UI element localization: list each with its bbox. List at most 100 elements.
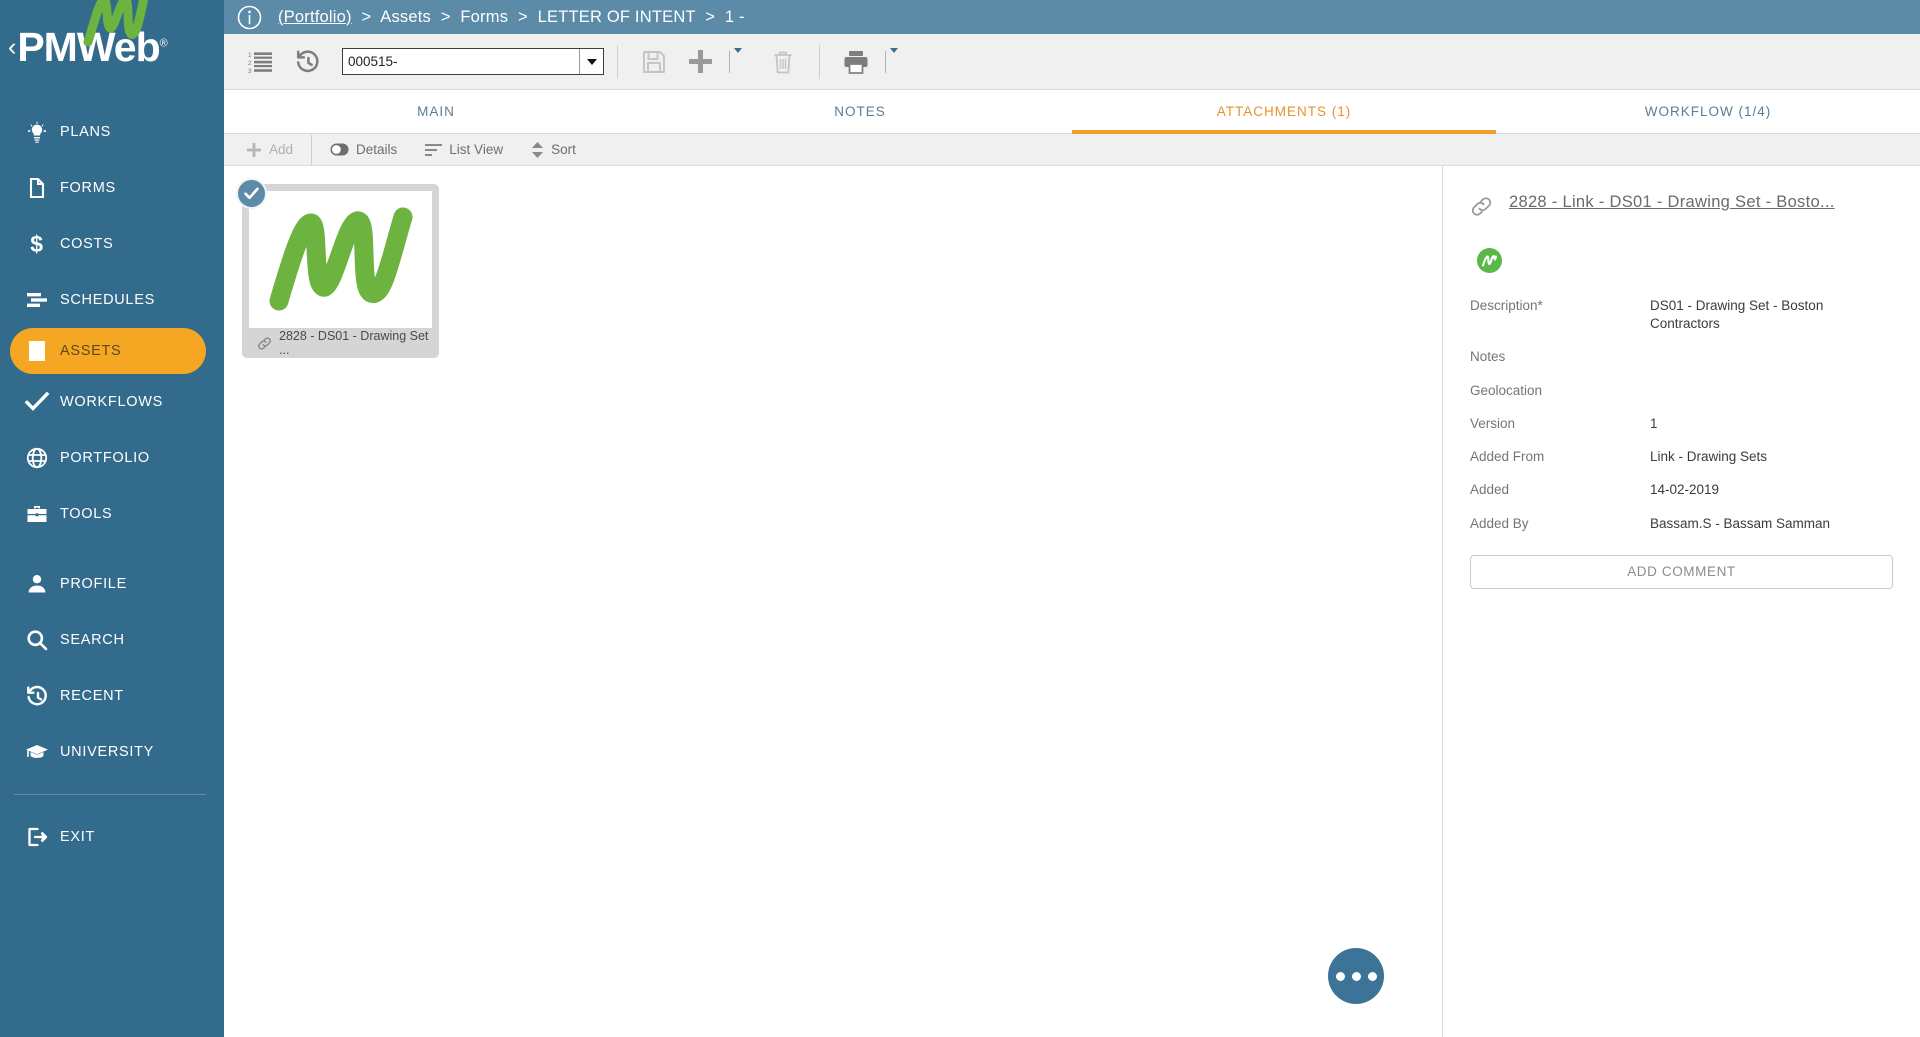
sidebar-item-university[interactable]: UNIVERSITY — [0, 724, 224, 780]
sidebar-item-label: TOOLS — [60, 506, 112, 522]
sidebar-item-recent[interactable]: RECENT — [0, 668, 224, 724]
field-value: DS01 - Drawing Set - Boston Contractors — [1650, 297, 1893, 333]
history-icon[interactable] — [284, 39, 330, 85]
tab-workflow[interactable]: WORKFLOW (1/4) — [1496, 90, 1920, 133]
breadcrumb-item-assets[interactable]: Assets — [380, 8, 431, 26]
chevron-down-icon[interactable] — [579, 49, 603, 74]
save-button[interactable] — [631, 39, 677, 85]
sidebar-item-profile[interactable]: PROFILE — [0, 556, 224, 612]
info-icon[interactable] — [237, 5, 262, 30]
detail-field-geolocation: Geolocation — [1470, 382, 1893, 400]
field-value: Link - Drawing Sets — [1650, 448, 1767, 466]
add-comment-label: ADD COMMENT — [1627, 564, 1736, 579]
graduation-cap-icon — [14, 740, 60, 764]
sidebar-item-search[interactable]: SEARCH — [0, 612, 224, 668]
detail-field-description: Description* DS01 - Drawing Set - Boston… — [1470, 297, 1893, 333]
brand-wordmark: PMWeb® — [17, 27, 166, 68]
sidebar-item-label: FORMS — [60, 180, 116, 196]
attachment-caption: 2828 - DS01 - Drawing Set ... — [249, 328, 432, 358]
tab-notes[interactable]: NOTES — [648, 90, 1072, 133]
list-view-label: List View — [449, 142, 503, 157]
add-dropdown-icon[interactable] — [734, 53, 742, 71]
attachment-gallery: 2828 - DS01 - Drawing Set ... — [224, 166, 1443, 1037]
attachment-card[interactable]: 2828 - DS01 - Drawing Set ... — [242, 184, 439, 358]
selected-check-icon[interactable] — [236, 178, 267, 209]
sidebar-item-costs[interactable]: $ COSTS — [0, 216, 224, 272]
check-icon — [14, 389, 60, 415]
details-toggle-label: Details — [356, 142, 397, 157]
exit-icon — [14, 825, 60, 849]
print-button[interactable] — [833, 39, 898, 85]
detail-field-notes: Notes — [1470, 348, 1893, 366]
sidebar-item-schedules[interactable]: SCHEDULES — [0, 272, 224, 328]
plus-icon — [246, 142, 262, 158]
add-comment-button[interactable]: ADD COMMENT — [1470, 555, 1893, 589]
attachment-caption-text: 2828 - DS01 - Drawing Set ... — [279, 329, 432, 357]
sidebar-item-workflows[interactable]: WORKFLOWS — [0, 374, 224, 430]
sidebar-item-label: WORKFLOWS — [60, 394, 163, 410]
sidebar-item-forms[interactable]: FORMS — [0, 160, 224, 216]
sidebar-item-label: ASSETS — [60, 343, 121, 359]
svg-text:1: 1 — [248, 52, 252, 59]
record-tabs: MAIN NOTES ATTACHMENTS (1) WORKFLOW (1/4… — [224, 90, 1920, 134]
plus-icon[interactable] — [677, 39, 723, 85]
link-icon — [1470, 195, 1493, 218]
top-bar: (Portfolio) > Assets > Forms > LETTER OF… — [224, 0, 1920, 34]
sidebar: ‹ PMWeb® PLANS FORMS $ — [0, 0, 224, 1037]
field-value: Bassam.S - Bassam Samman — [1650, 515, 1830, 533]
printer-icon[interactable] — [833, 39, 879, 85]
list-view-button[interactable]: List View — [411, 134, 517, 166]
sidebar-item-label: SCHEDULES — [60, 292, 155, 308]
history-icon — [14, 684, 60, 708]
dot — [1368, 972, 1377, 981]
breadcrumb: (Portfolio) > Assets > Forms > LETTER OF… — [278, 8, 745, 27]
attachments-toolbar: Add Details List View Sort — [224, 134, 1920, 166]
detail-field-version: Version 1 — [1470, 415, 1893, 433]
collapse-sidebar-icon[interactable]: ‹ — [8, 35, 16, 60]
sidebar-item-tools[interactable]: TOOLS — [0, 486, 224, 542]
sidebar-item-plans[interactable]: PLANS — [0, 104, 224, 160]
pmweb-w-avatar-icon — [1481, 254, 1498, 268]
add-attachment-label: Add — [269, 142, 293, 157]
brand-logo[interactable]: ‹ PMWeb® — [0, 0, 224, 94]
breadcrumb-item-portfolio[interactable]: (Portfolio) — [278, 8, 352, 26]
list-lines-icon — [425, 143, 442, 157]
sidebar-item-label: EXIT — [60, 829, 95, 845]
tab-attachments[interactable]: ATTACHMENTS (1) — [1072, 90, 1496, 133]
bars-icon — [14, 288, 60, 312]
main-area: (Portfolio) > Assets > Forms > LETTER OF… — [224, 0, 1920, 1037]
attachments-body: 2828 - DS01 - Drawing Set ... 2828 - Lin… — [224, 166, 1920, 1037]
details-title-link[interactable]: 2828 - Link - DS01 - Drawing Set - Bosto… — [1509, 192, 1835, 213]
attachment-thumbnail[interactable] — [249, 191, 432, 328]
sidebar-item-exit[interactable]: EXIT — [0, 809, 224, 865]
dot — [1336, 972, 1345, 981]
sidebar-item-portfolio[interactable]: PORTFOLIO — [0, 430, 224, 486]
sidebar-nav-primary: PLANS FORMS $ COSTS SCHEDULES — [0, 94, 224, 542]
attachment-details-panel: 2828 - Link - DS01 - Drawing Set - Bosto… — [1443, 166, 1920, 1037]
breadcrumb-item-letter-of-intent[interactable]: LETTER OF INTENT — [538, 8, 696, 26]
sort-button[interactable]: Sort — [517, 134, 590, 166]
print-dropdown-icon[interactable] — [890, 53, 898, 71]
sidebar-nav-tertiary: EXIT — [0, 809, 224, 865]
subtoolbar-divider — [311, 135, 312, 165]
sidebar-item-assets[interactable]: ASSETS — [10, 328, 206, 374]
globe-icon — [14, 446, 60, 470]
breadcrumb-separator: > — [362, 8, 372, 26]
search-icon — [14, 628, 60, 652]
record-code-input[interactable]: 000515- — [342, 48, 604, 75]
delete-button[interactable] — [760, 39, 806, 85]
dot — [1352, 972, 1361, 981]
briefcase-icon — [14, 502, 60, 526]
sort-label: Sort — [551, 142, 576, 157]
breadcrumb-item-forms[interactable]: Forms — [460, 8, 508, 26]
sidebar-item-label: RECENT — [60, 688, 124, 704]
tab-main[interactable]: MAIN — [224, 90, 648, 133]
document-icon — [14, 176, 60, 200]
add-attachment-button[interactable]: Add — [232, 134, 307, 166]
sidebar-nav-secondary: PROFILE SEARCH RECENT UNIVERSITY — [0, 556, 224, 780]
more-options-button[interactable] — [1328, 948, 1384, 1004]
add-button[interactable] — [677, 39, 750, 85]
dollar-icon: $ — [14, 232, 60, 256]
details-toggle[interactable]: Details — [316, 134, 411, 166]
numbered-list-icon[interactable]: 1 2 3 — [238, 39, 284, 85]
